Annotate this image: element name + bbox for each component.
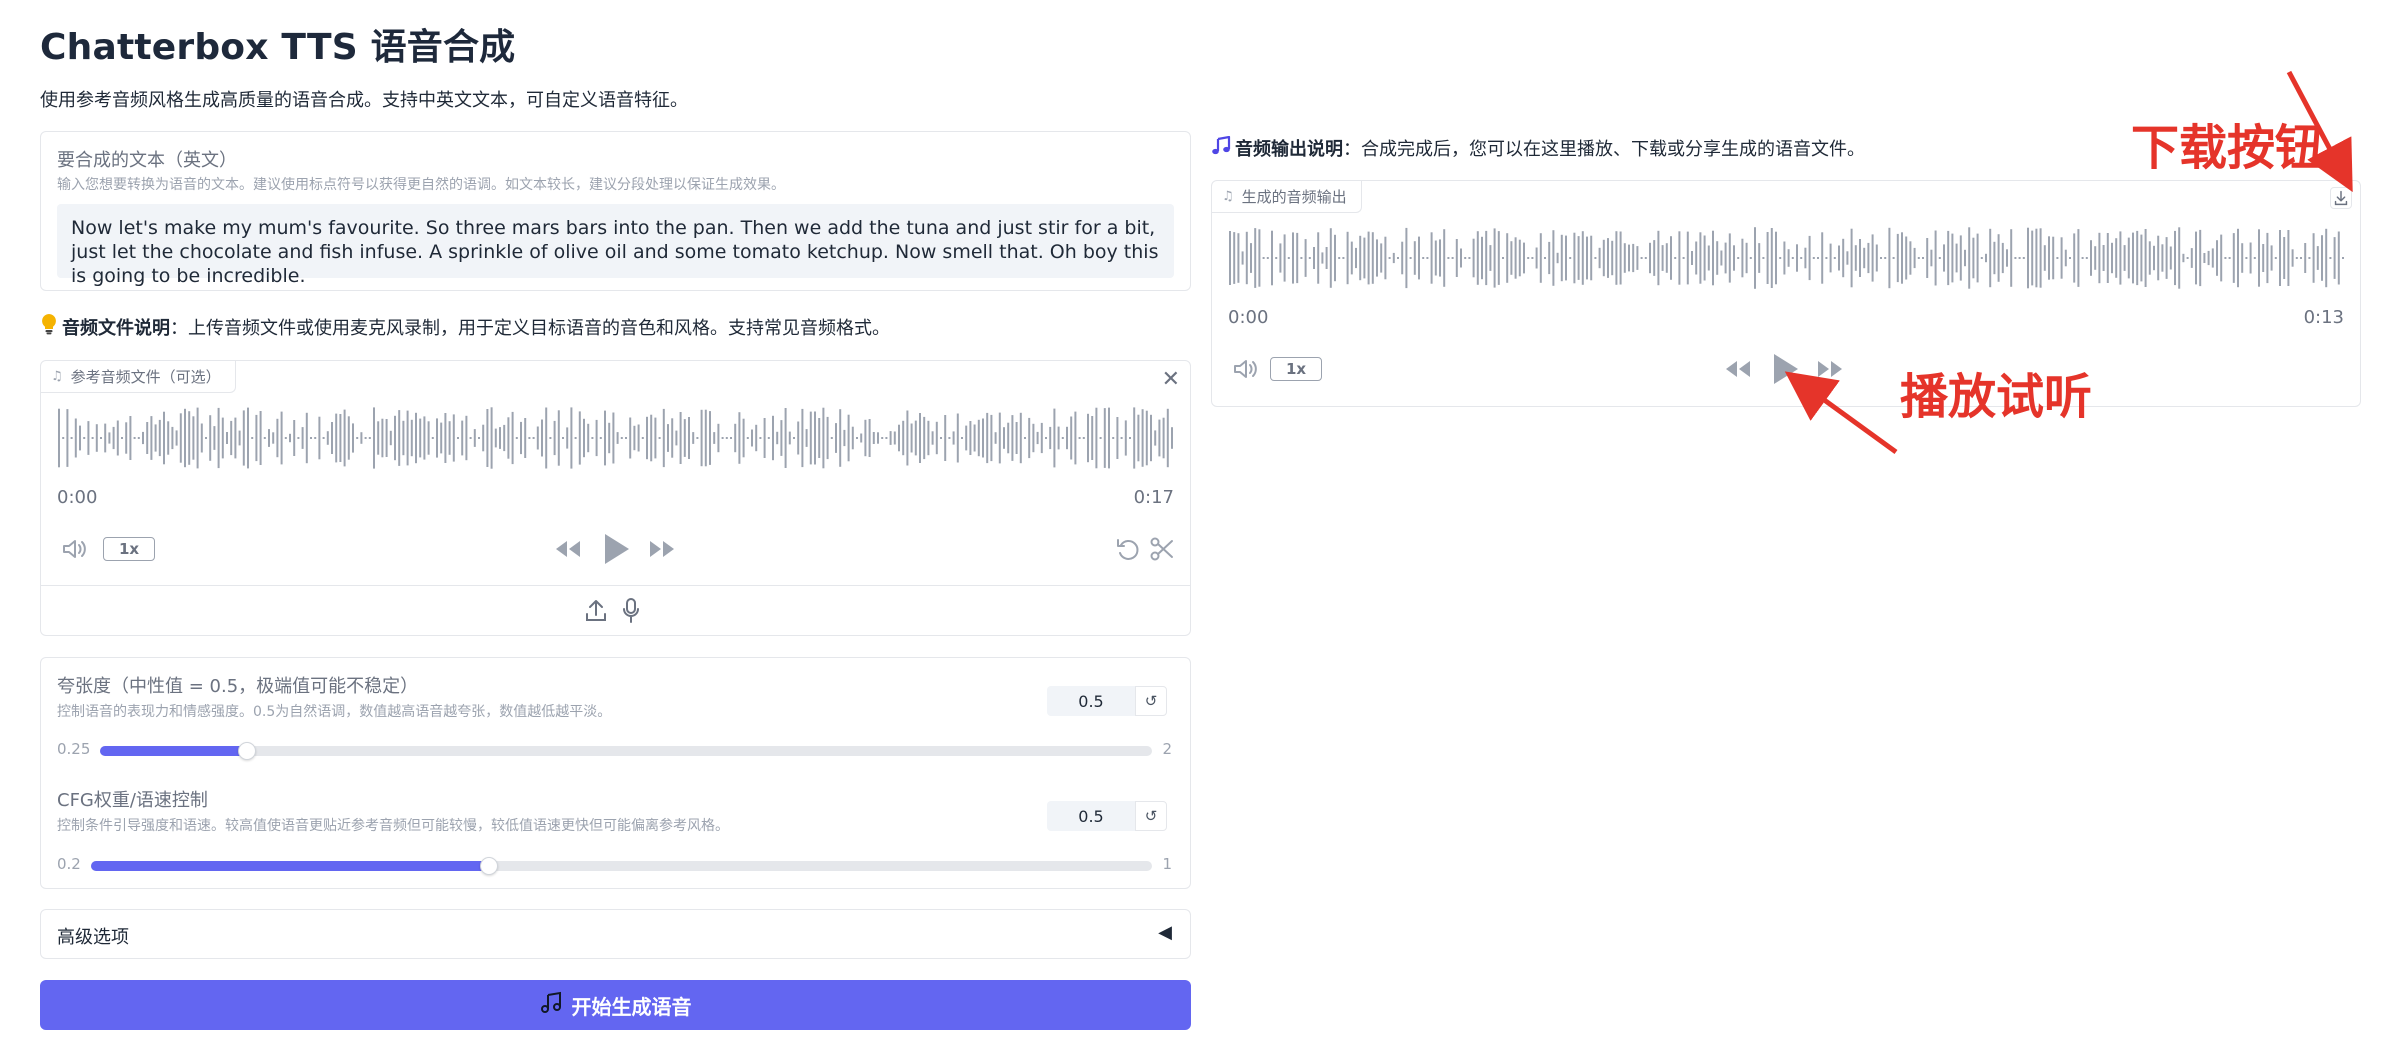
exaggeration-label: 夸张度（中性值 = 0.5，极端值可能不稳定） xyxy=(57,676,419,697)
fast-forward-icon[interactable] xyxy=(647,537,677,561)
audio-file-note-title: 音频文件说明 xyxy=(62,317,170,339)
reference-current-time: 0:00 xyxy=(57,487,98,508)
exaggeration-reset-button[interactable]: ↺ xyxy=(1135,686,1167,716)
cfg-weight-slider[interactable] xyxy=(91,857,1152,875)
output-audio-label-tag: ♫ 生成的音频输出 xyxy=(1212,181,1362,213)
output-controls: 1x xyxy=(1212,349,2360,389)
advanced-options-accordion[interactable]: 高级选项 ◀ xyxy=(40,909,1191,959)
rewind-icon[interactable] xyxy=(553,537,583,561)
audio-file-note-text: ：上传音频文件或使用麦克风录制，用于定义目标语音的音色和风格。支持常见音频格式。 xyxy=(170,317,890,339)
fast-forward-icon[interactable] xyxy=(1815,357,1845,381)
download-button-annotation: 下载按钮 xyxy=(2131,120,2324,176)
audio-file-note: 音频文件说明 ：上传音频文件或使用麦克风录制，用于定义目标语音的音色和风格。支持… xyxy=(40,313,890,340)
exaggeration-slider[interactable] xyxy=(100,742,1152,760)
output-audio-label: 生成的音频输出 xyxy=(1241,188,1347,206)
upload-icon[interactable] xyxy=(584,598,608,624)
page-description: 使用参考音频风格生成高质量的语音合成。支持中英文文本，可自定义语音特征。 xyxy=(40,90,688,111)
play-icon[interactable] xyxy=(601,531,631,567)
generate-speech-label: 开始生成语音 xyxy=(571,994,692,1019)
lightbulb-icon xyxy=(40,313,58,340)
cfg-weight-slider-thumb[interactable] xyxy=(480,857,498,875)
exaggeration-max: 2 xyxy=(1162,740,1172,758)
download-icon[interactable] xyxy=(2330,187,2352,209)
cfg-weight-label: CFG权重/语速控制 xyxy=(57,790,208,811)
play-icon[interactable] xyxy=(1770,351,1800,387)
generate-speech-button[interactable]: 开始生成语音 xyxy=(40,980,1191,1030)
reference-audio-label: 参考音频文件（可选） xyxy=(70,368,221,386)
exaggeration-number-input[interactable]: 0.5 xyxy=(1047,686,1135,716)
output-current-time: 0:00 xyxy=(1228,307,1269,328)
cfg-weight-slider-fill xyxy=(91,861,489,871)
play-preview-annotation: 播放试听 xyxy=(1900,369,2093,425)
exaggeration-slider-thumb[interactable] xyxy=(238,742,256,760)
music-note-small-icon: ♫ xyxy=(51,369,63,384)
cfg-weight-number-input[interactable]: 0.5 xyxy=(1047,801,1135,831)
reference-duration: 0:17 xyxy=(1133,487,1174,508)
playback-speed-button[interactable]: 1x xyxy=(1270,357,1322,381)
exaggeration-min: 0.25 xyxy=(57,740,91,758)
cfg-weight-reset-button[interactable]: ↺ xyxy=(1135,801,1167,831)
music-note-icon xyxy=(1211,135,1231,161)
output-waveform[interactable] xyxy=(1228,227,2345,289)
rewind-icon[interactable] xyxy=(1723,357,1753,381)
undo-icon[interactable] xyxy=(1115,536,1141,562)
text-input-info: 输入您想要转换为语音的文本。建议使用标点符号以获得更自然的语调。如文本较长，建议… xyxy=(57,177,785,193)
reference-waveform[interactable] xyxy=(57,407,1174,469)
exaggeration-slider-fill xyxy=(100,746,247,756)
reference-audio-player: ♫ 参考音频文件（可选） ✕ 0:00 0:17 1x xyxy=(40,360,1191,636)
advanced-options-label: 高级选项 xyxy=(57,927,129,948)
close-icon[interactable]: ✕ xyxy=(1162,367,1180,392)
microphone-icon[interactable] xyxy=(621,597,641,625)
reference-audio-label-tag: ♫ 参考音频文件（可选） xyxy=(41,361,236,393)
text-input-label: 要合成的文本（英文） xyxy=(57,150,237,171)
exaggeration-info: 控制语音的表现力和情感强度。0.5为自然语调，数值越高语音越夸张，数值越低越平淡… xyxy=(57,704,612,720)
playback-speed-button[interactable]: 1x xyxy=(103,537,155,561)
volume-icon[interactable] xyxy=(61,537,89,561)
collapse-arrow-icon: ◀ xyxy=(1158,922,1172,943)
output-audio-player: ♫ 生成的音频输出 0:00 0:13 1x xyxy=(1211,180,2361,407)
page-title: Chatterbox TTS 语音合成 xyxy=(40,27,516,68)
output-note-text: ：合成完成后，您可以在这里播放、下载或分享生成的语音文件。 xyxy=(1343,139,1865,160)
volume-icon[interactable] xyxy=(1232,357,1260,381)
scissors-icon[interactable] xyxy=(1149,536,1175,562)
cfg-weight-min: 0.2 xyxy=(57,855,81,873)
cfg-weight-max: 1 xyxy=(1162,855,1172,873)
text-input-field[interactable]: Now let's make my mum's favourite. So th… xyxy=(57,204,1174,287)
music-note-small-icon: ♫ xyxy=(1222,189,1234,204)
reference-source-row xyxy=(41,585,1190,635)
output-note: 音频输出说明 ：合成完成后，您可以在这里播放、下载或分享生成的语音文件。 xyxy=(1211,135,1865,161)
text-input-block: 要合成的文本（英文） 输入您想要转换为语音的文本。建议使用标点符号以获得更自然的… xyxy=(40,131,1191,291)
output-duration: 0:13 xyxy=(2303,307,2344,328)
music-note-icon xyxy=(540,991,564,1020)
output-note-title: 音频输出说明 xyxy=(1235,139,1343,160)
parameter-sliders-panel: 夸张度（中性值 = 0.5，极端值可能不稳定） 控制语音的表现力和情感强度。0.… xyxy=(40,657,1191,889)
reference-controls: 1x xyxy=(41,529,1190,569)
cfg-weight-info: 控制条件引导强度和语速。较高值使语音更贴近参考音频但可能较慢，较低值语速更快但可… xyxy=(57,818,729,834)
